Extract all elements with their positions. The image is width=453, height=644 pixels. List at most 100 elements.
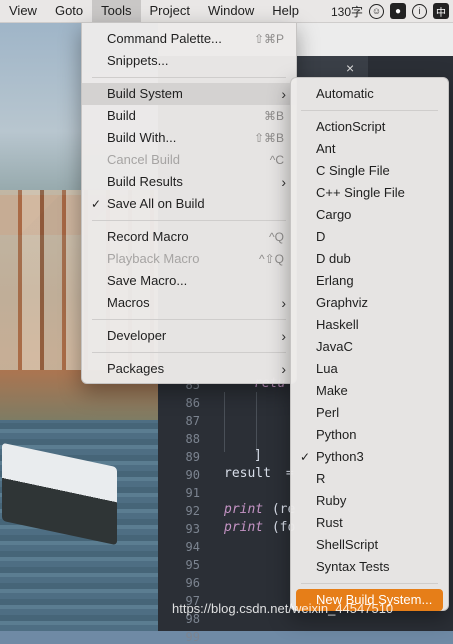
menu-item-label: Make	[316, 383, 348, 398]
build-system-r[interactable]: R	[291, 468, 448, 490]
code-identifier[interactable]: result	[224, 466, 271, 481]
line-number: 96	[185, 576, 200, 590]
menu-item-macros[interactable]: Macros ›	[82, 292, 296, 314]
microphone-icon[interactable]: ●	[390, 3, 406, 19]
menu-item-command-palette[interactable]: Command Palette... ⇧⌘P	[82, 28, 296, 50]
build-system-python3[interactable]: ✓ Python3	[291, 446, 448, 468]
menu-item-playback-macro: Playback Macro ^⇧Q	[82, 248, 296, 270]
build-system-make[interactable]: Make	[291, 380, 448, 402]
menu-item-packages[interactable]: Packages ›	[82, 358, 296, 380]
menu-item-cancel-build: Cancel Build ^C	[82, 149, 296, 171]
menu-item-label: Command Palette...	[107, 31, 222, 46]
build-system-graphviz[interactable]: Graphviz	[291, 292, 448, 314]
build-system-ant[interactable]: Ant	[291, 138, 448, 160]
menu-item-build-results[interactable]: Build Results ›	[82, 171, 296, 193]
menu-item-build[interactable]: Build ⌘B	[82, 105, 296, 127]
menu-separator	[92, 220, 286, 221]
line-number: 88	[185, 432, 200, 446]
shortcut: ⌘B	[263, 109, 284, 123]
menu-view[interactable]: View	[0, 0, 46, 22]
input-method-icon[interactable]: 中	[433, 3, 449, 19]
menu-goto[interactable]: Goto	[46, 0, 92, 22]
menu-window[interactable]: Window	[199, 0, 263, 22]
shortcut: ^⇧Q	[258, 252, 284, 266]
chevron-right-icon: ›	[281, 295, 286, 311]
menu-item-label: Cancel Build	[107, 152, 180, 167]
line-number: 95	[185, 558, 200, 572]
shortcut: ⇧⌘B	[253, 131, 284, 145]
menu-item-label: Packages	[107, 361, 165, 376]
line-number: 89	[185, 450, 200, 464]
line-number: 86	[185, 396, 200, 410]
shortcut: ^Q	[269, 230, 284, 244]
menu-item-snippets[interactable]: Snippets...	[82, 50, 296, 72]
build-system-d[interactable]: D	[291, 226, 448, 248]
menu-separator	[92, 77, 286, 78]
tools-menu: Command Palette... ⇧⌘P Snippets... Build…	[81, 22, 297, 384]
menu-item-label: C++ Single File	[316, 185, 405, 200]
menu-separator	[92, 319, 286, 320]
menu-item-save-all-on-build[interactable]: ✓ Save All on Build	[82, 193, 296, 215]
menu-item-build-system[interactable]: Build System ›	[82, 83, 296, 105]
menu-project[interactable]: Project	[141, 0, 199, 22]
build-system-perl[interactable]: Perl	[291, 402, 448, 424]
menu-item-developer[interactable]: Developer ›	[82, 325, 296, 347]
menu-tools[interactable]: Tools	[92, 0, 141, 22]
menu-item-label: Developer	[107, 328, 167, 343]
menu-item-label: D	[316, 229, 326, 244]
menu-item-label: Python3	[316, 449, 364, 464]
menu-item-label: JavaC	[316, 339, 353, 354]
build-system-syntax-tests[interactable]: Syntax Tests	[291, 556, 448, 578]
status-tray: 130字 ☺ ● i 中	[331, 0, 449, 22]
build-system-submenu: Automatic ActionScript Ant C Single File…	[290, 77, 449, 611]
menu-item-label: Rust	[316, 515, 343, 530]
watermark: https://blog.csdn.net/weixin_44547510	[172, 601, 394, 616]
line-number: 87	[185, 414, 200, 428]
shortcut: ^C	[269, 153, 284, 167]
checkmark-icon: ✓	[91, 197, 102, 211]
chevron-right-icon: ›	[281, 328, 286, 344]
build-system-lua[interactable]: Lua	[291, 358, 448, 380]
menu-separator	[92, 352, 286, 353]
build-system-rust[interactable]: Rust	[291, 512, 448, 534]
build-system-actionscript[interactable]: ActionScript	[291, 116, 448, 138]
menu-item-label: ShellScript	[316, 537, 379, 552]
word-count[interactable]: 130字	[331, 3, 363, 20]
code-bracket[interactable]: ]	[254, 448, 262, 463]
line-number: 93	[185, 522, 200, 536]
emoji-icon[interactable]: ☺	[369, 3, 384, 19]
menu-item-label: Playback Macro	[107, 251, 200, 266]
chevron-right-icon: ›	[281, 86, 286, 102]
line-number: 99	[185, 630, 200, 644]
menu-item-label: Record Macro	[107, 229, 189, 244]
code-keyword[interactable]: print	[224, 502, 263, 517]
menu-item-label: Haskell	[316, 317, 359, 332]
menu-item-build-with[interactable]: Build With... ⇧⌘B	[82, 127, 296, 149]
info-icon[interactable]: i	[412, 3, 427, 19]
build-system-shellscript[interactable]: ShellScript	[291, 534, 448, 556]
menu-item-label: Perl	[316, 405, 340, 420]
menu-item-label: Python	[316, 427, 357, 442]
line-number: 94	[185, 540, 200, 554]
checkmark-icon: ✓	[300, 450, 311, 464]
build-system-cpp-single-file[interactable]: C++ Single File	[291, 182, 448, 204]
build-system-erlang[interactable]: Erlang	[291, 270, 448, 292]
menu-item-record-macro[interactable]: Record Macro ^Q	[82, 226, 296, 248]
menu-item-label: Lua	[316, 361, 338, 376]
build-system-cargo[interactable]: Cargo	[291, 204, 448, 226]
tab-close-icon[interactable]: ×	[346, 60, 354, 76]
build-system-d-dub[interactable]: D dub	[291, 248, 448, 270]
menu-item-label: Save Macro...	[107, 273, 188, 288]
menu-item-label: C Single File	[316, 163, 390, 178]
build-system-c-single-file[interactable]: C Single File	[291, 160, 448, 182]
menu-item-save-macro[interactable]: Save Macro...	[82, 270, 296, 292]
build-system-javac[interactable]: JavaC	[291, 336, 448, 358]
menu-help[interactable]: Help	[263, 0, 308, 22]
build-system-ruby[interactable]: Ruby	[291, 490, 448, 512]
menu-item-label: Snippets...	[107, 53, 169, 68]
build-system-haskell[interactable]: Haskell	[291, 314, 448, 336]
code-keyword[interactable]: print	[224, 520, 263, 535]
build-system-automatic[interactable]: Automatic	[291, 83, 448, 105]
menu-item-label: Build With...	[107, 130, 177, 145]
build-system-python[interactable]: Python	[291, 424, 448, 446]
